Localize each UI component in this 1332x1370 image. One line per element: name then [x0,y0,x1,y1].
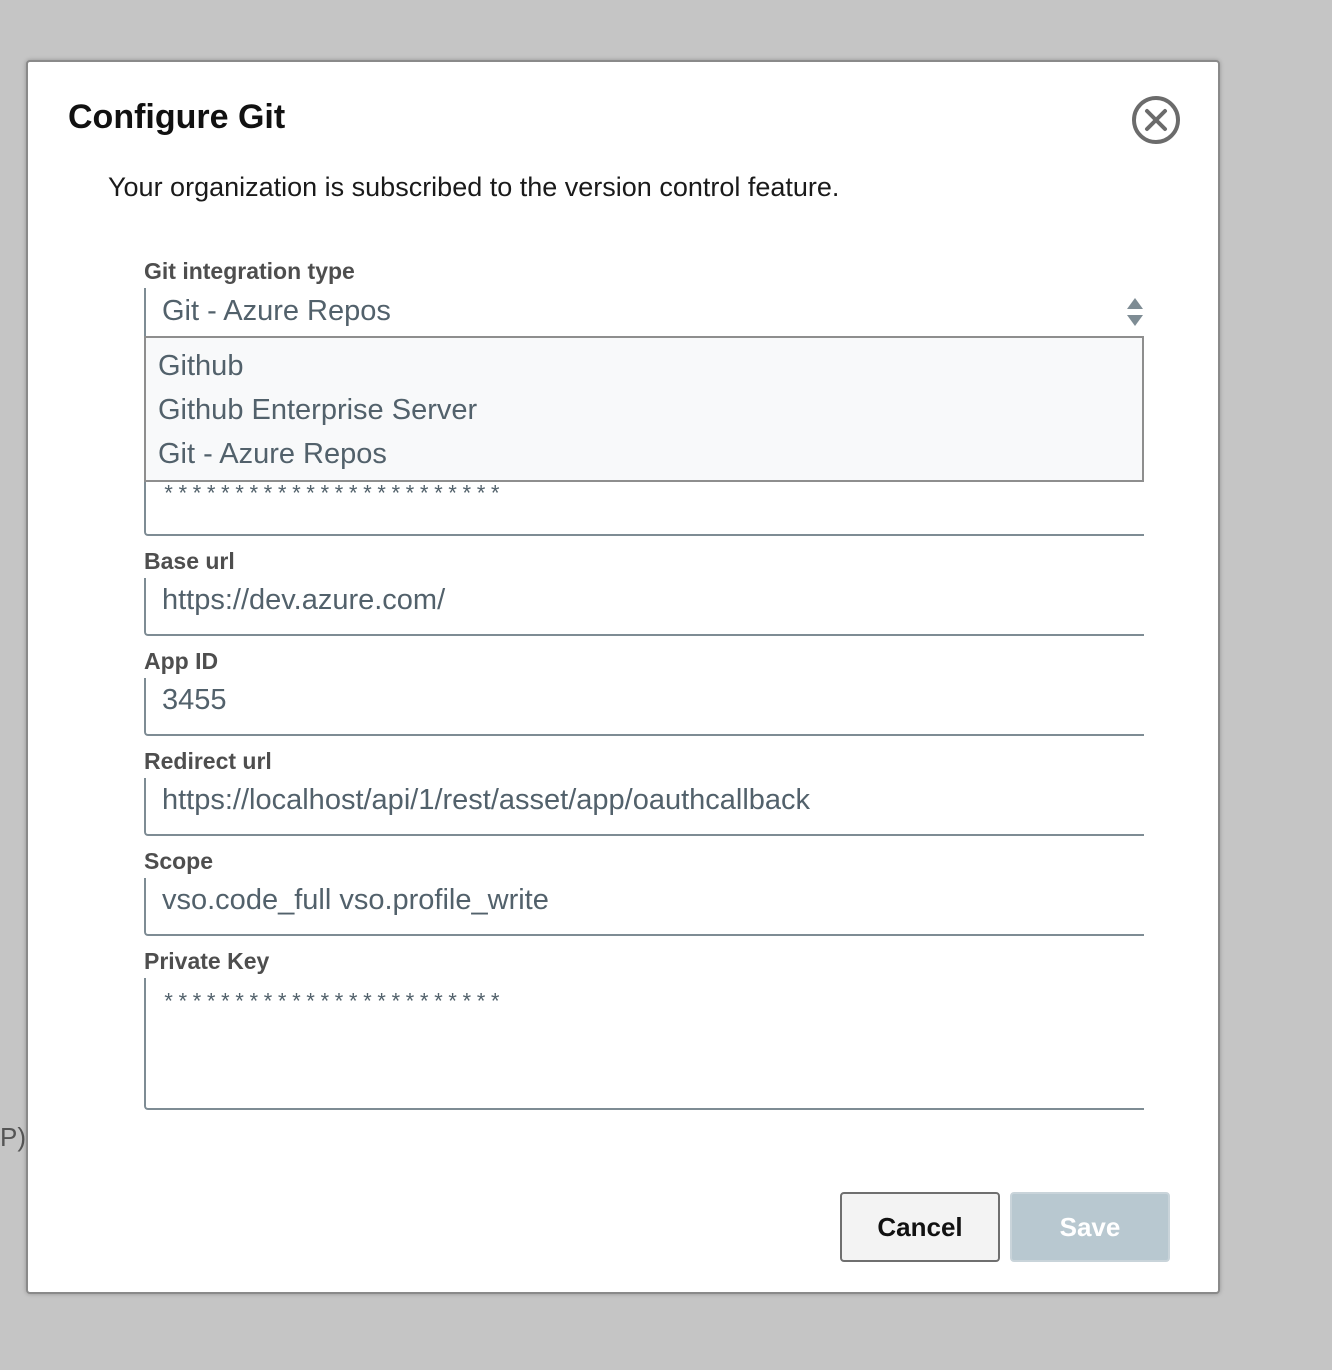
dropdown-option-github-enterprise[interactable]: Github Enterprise Server [146,388,1142,432]
private-key-textarea[interactable]: ************************ [144,978,1144,1110]
close-icon[interactable] [1130,94,1182,146]
redirect-url-value: https://localhost/api/1/rest/asset/app/o… [162,784,811,816]
scope-field[interactable]: vso.code_full vso.profile_write [144,878,1144,936]
private-key-label: Private Key [144,948,270,974]
dialog-subtitle: Your organization is subscribed to the v… [108,172,840,202]
scope-label: Scope [144,848,214,874]
app-id-value: 3455 [162,684,227,716]
save-button[interactable]: Save [1010,1192,1170,1262]
client-secret-masked-value: ************************ [162,483,503,508]
select-arrows-icon [1127,298,1143,326]
dropdown-option-azure-repos[interactable]: Git - Azure Repos [146,432,1142,476]
dialog-title: Configure Git [68,98,286,136]
base-url-label: Base url [144,548,235,574]
integration-type-label: Git integration type [144,258,355,284]
configure-git-dialog: Configure Git Your organization is subsc… [26,60,1220,1294]
background-text-fragment: P) [0,1122,26,1152]
integration-type-selected-value: Git - Azure Repos [162,295,391,327]
app-id-label: App ID [144,648,219,674]
app-id-field[interactable]: 3455 [144,678,1144,736]
private-key-masked-value: ************************ [162,991,503,1016]
redirect-url-field[interactable]: https://localhost/api/1/rest/asset/app/o… [144,778,1144,836]
integration-type-select[interactable]: Git - Azure Repos [144,288,1144,338]
base-url-field[interactable]: https://dev.azure.com/ [144,578,1144,636]
integration-type-dropdown: Github Github Enterprise Server Git - Az… [144,336,1144,482]
redirect-url-label: Redirect url [144,748,272,774]
scope-value: vso.code_full vso.profile_write [162,884,549,916]
base-url-value: https://dev.azure.com/ [162,584,446,616]
dropdown-option-github[interactable]: Github [146,344,1142,388]
cancel-button[interactable]: Cancel [840,1192,1000,1262]
